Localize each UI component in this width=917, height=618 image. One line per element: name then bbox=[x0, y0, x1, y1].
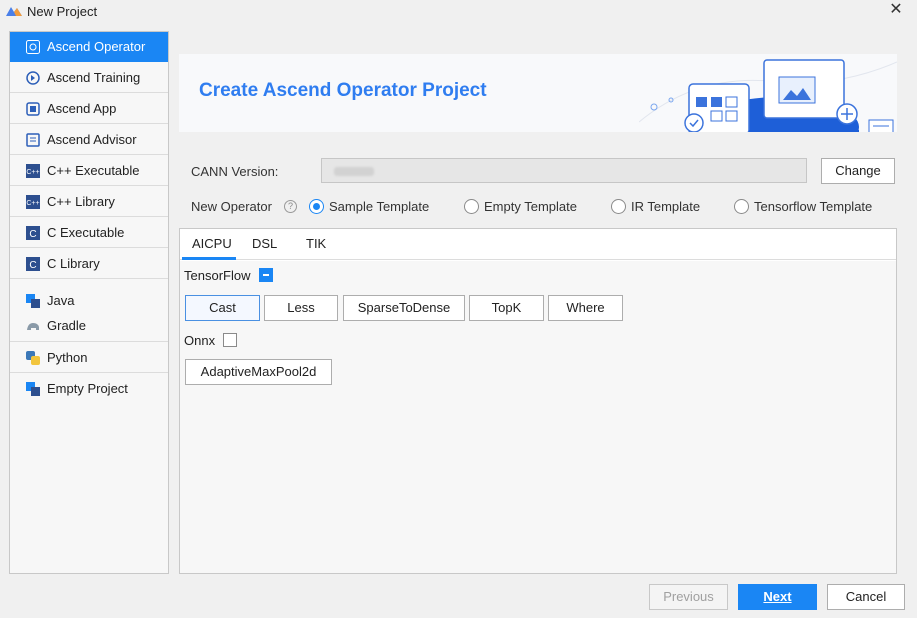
sidebar-item-label: Ascend App bbox=[47, 101, 117, 116]
sidebar-item-java[interactable]: Java bbox=[10, 288, 168, 314]
banner-illustration-icon bbox=[639, 59, 897, 132]
sidebar-item-label: Empty Project bbox=[47, 381, 128, 396]
svg-text:C++: C++ bbox=[26, 169, 39, 176]
change-button[interactable]: Change bbox=[821, 158, 895, 184]
active-tab-indicator bbox=[182, 257, 236, 260]
ascend-operator-icon bbox=[26, 40, 40, 54]
title-bar: New Project ✕ bbox=[0, 0, 917, 24]
tensorflow-group-label: TensorFlow bbox=[184, 268, 251, 283]
ir-template-label[interactable]: IR Template bbox=[631, 199, 700, 214]
tab-aicpu[interactable]: AICPU bbox=[192, 236, 232, 251]
sidebar-item-label: C Executable bbox=[47, 225, 125, 240]
new-operator-label: New Operator bbox=[191, 199, 272, 214]
cann-version-label: CANN Version: bbox=[191, 164, 279, 179]
sidebar-item-cpp-library[interactable]: C++ C++ Library bbox=[10, 187, 168, 217]
sidebar-item-ascend-training[interactable]: Ascend Training bbox=[10, 63, 168, 93]
sidebar-item-label: Python bbox=[47, 350, 88, 365]
close-icon[interactable]: ✕ bbox=[884, 0, 908, 20]
sidebar-item-ascend-operator[interactable]: Ascend Operator bbox=[10, 32, 168, 62]
python-icon bbox=[26, 351, 40, 365]
operator-button-less[interactable]: Less bbox=[264, 295, 338, 321]
operator-button-sparsetodense[interactable]: SparseToDense bbox=[343, 295, 465, 321]
cann-version-redacted bbox=[334, 167, 374, 176]
tab-tik[interactable]: TIK bbox=[306, 236, 326, 251]
project-type-sidebar: Ascend Operator Ascend Training Ascend A… bbox=[9, 31, 169, 574]
sidebar-item-ascend-advisor[interactable]: Ascend Advisor bbox=[10, 125, 168, 155]
tab-content: TensorFlow Cast Less SparseToDense TopK … bbox=[180, 261, 896, 573]
tab-bar: AICPU DSL TIK bbox=[180, 229, 896, 260]
previous-button[interactable]: Previous bbox=[649, 584, 728, 610]
ir-template-radio[interactable] bbox=[611, 199, 626, 214]
page-title: Create Ascend Operator Project bbox=[199, 80, 487, 101]
cancel-button[interactable]: Cancel bbox=[827, 584, 905, 610]
sample-template-label[interactable]: Sample Template bbox=[329, 199, 429, 214]
sidebar-item-label: C++ Library bbox=[47, 194, 115, 209]
sidebar-item-label: Ascend Advisor bbox=[47, 132, 137, 147]
sidebar-item-empty-project[interactable]: Empty Project bbox=[10, 374, 168, 404]
svg-text:C: C bbox=[29, 260, 36, 271]
sidebar-item-ascend-app[interactable]: Ascend App bbox=[10, 94, 168, 124]
sample-template-radio[interactable] bbox=[309, 199, 324, 214]
c-icon: C bbox=[26, 257, 40, 271]
sidebar-item-label: Java bbox=[47, 293, 75, 308]
ascend-app-icon bbox=[26, 102, 40, 116]
header-banner: Create Ascend Operator Project bbox=[179, 54, 897, 132]
sidebar-item-label: C Library bbox=[47, 256, 100, 271]
help-icon[interactable]: ? bbox=[284, 200, 297, 213]
tensorflow-template-label[interactable]: Tensorflow Template bbox=[754, 199, 872, 214]
sidebar-item-label: Ascend Operator bbox=[47, 39, 146, 54]
ascend-training-icon bbox=[26, 71, 40, 85]
tensorflow-template-radio[interactable] bbox=[734, 199, 749, 214]
window-title: New Project bbox=[27, 4, 98, 19]
sidebar-item-gradle[interactable]: Gradle bbox=[10, 313, 168, 342]
java-icon bbox=[26, 294, 40, 308]
tab-dsl[interactable]: DSL bbox=[252, 236, 277, 251]
sidebar-item-cpp-executable[interactable]: C++ C++ Executable bbox=[10, 156, 168, 186]
cann-version-field bbox=[321, 158, 807, 183]
operator-button-cast[interactable]: Cast bbox=[185, 295, 260, 321]
empty-project-icon bbox=[26, 382, 40, 396]
onnx-group-label: Onnx bbox=[184, 333, 216, 348]
cpp-icon: C++ bbox=[26, 195, 40, 209]
c-icon: C bbox=[26, 226, 40, 240]
operator-button-adaptivemaxpool2d[interactable]: AdaptiveMaxPool2d bbox=[185, 359, 332, 385]
operator-button-where[interactable]: Where bbox=[548, 295, 623, 321]
tensorflow-group-checkbox[interactable] bbox=[259, 268, 273, 282]
onnx-group-checkbox[interactable] bbox=[223, 333, 237, 347]
operator-button-topk[interactable]: TopK bbox=[469, 295, 544, 321]
sidebar-item-python[interactable]: Python bbox=[10, 343, 168, 373]
sidebar-item-c-library[interactable]: C C Library bbox=[10, 249, 168, 279]
gradle-icon bbox=[27, 323, 39, 330]
empty-template-radio[interactable] bbox=[464, 199, 479, 214]
sidebar-item-label: Ascend Training bbox=[47, 70, 141, 85]
app-logo-icon bbox=[6, 7, 22, 16]
ascend-advisor-icon bbox=[26, 133, 40, 147]
svg-text:C: C bbox=[29, 229, 36, 240]
svg-text:C++: C++ bbox=[26, 200, 39, 207]
sidebar-item-label: Gradle bbox=[47, 318, 87, 333]
operator-panel: AICPU DSL TIK TensorFlow Cast Less Spars… bbox=[179, 228, 897, 574]
empty-template-label[interactable]: Empty Template bbox=[484, 199, 577, 214]
sidebar-item-c-executable[interactable]: C C Executable bbox=[10, 218, 168, 248]
cpp-icon: C++ bbox=[26, 164, 40, 178]
sidebar-item-label: C++ Executable bbox=[47, 163, 140, 178]
next-button[interactable]: Next bbox=[738, 584, 817, 610]
